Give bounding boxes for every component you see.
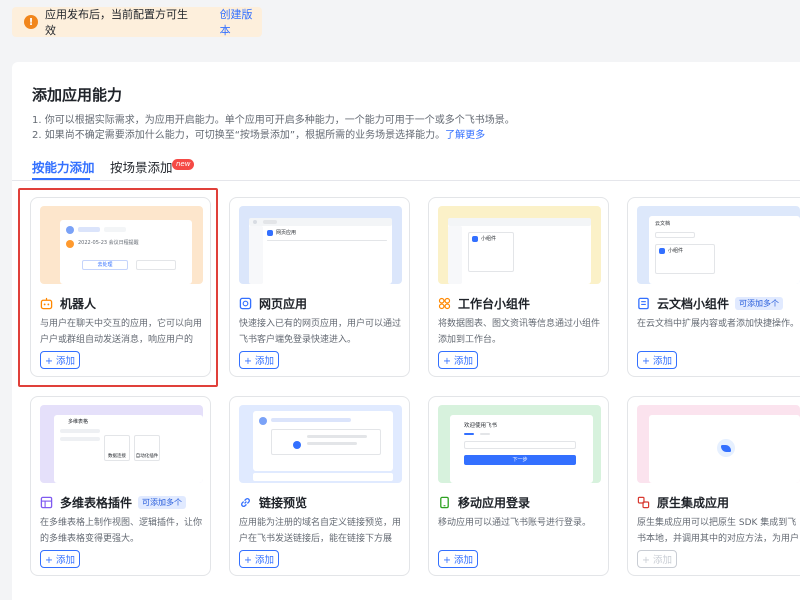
bitable-icon [40, 496, 53, 509]
tab-divider [12, 180, 800, 181]
tab-by-scenario[interactable]: 按场景添加 [110, 157, 173, 176]
widget-icon [438, 297, 451, 310]
add-native-app-button[interactable]: + 添加 [637, 550, 677, 568]
card-title: 多维表格插件 可添加多个 [40, 494, 187, 511]
card-description: 应用能为注册的域名自定义链接预览，用户在飞书发送链接后，能在链接下方展示... [239, 518, 402, 544]
card-web-app[interactable]: 网页应用 网页应用 快速接入已有的网页应用，用户可以通过飞书客户端免登录快速进入… [229, 197, 410, 377]
add-mobile-login-button[interactable]: + 添加 [438, 550, 478, 568]
learn-more-link[interactable]: 了解更多 [445, 130, 485, 141]
bitable-preview: 多维表格 数据连接 自动化插件 [40, 405, 203, 483]
card-title: 移动应用登录 [438, 494, 530, 511]
add-link-preview-button[interactable]: + 添加 [239, 550, 279, 568]
card-description: 移动应用可以通过飞书账号进行登录。 [438, 518, 592, 528]
widget-preview: 小组件 [438, 206, 601, 284]
multi-add-tag: 可添加多个 [735, 297, 784, 310]
create-version-link[interactable]: 创建版本 [220, 6, 262, 38]
description-line-2: 2. 如果尚不确定需要添加什么能力，可切换至“按场景添加”，根据所需的业务场景选… [32, 130, 486, 141]
link-preview-preview [239, 405, 402, 483]
card-description: 将数据图表、图文资讯等信息通过小组件添加到工作台。 [438, 319, 601, 345]
card-native-integration[interactable]: 原生集成应用 原生集成应用可以把原生 SDK 集成到飞书本地，并调用其中的对应方… [627, 396, 800, 576]
card-title: 工作台小组件 [438, 295, 530, 312]
description-line-1: 1. 你可以根据实际需求，为应用开启能力。单个应用可开启多种能力，一个能力可用于… [32, 115, 515, 126]
page-title: 添加应用能力 [32, 86, 123, 104]
web-icon [239, 297, 252, 310]
card-description: 在多维表格上制作视图、逻辑插件，让你的多维表格变得更强大。 [40, 518, 203, 544]
mobile-login-preview: 欢迎使用飞书 下一步 [438, 405, 601, 483]
warning-icon: ! [24, 15, 38, 29]
native-icon [637, 496, 650, 509]
card-workplace-widget[interactable]: 小组件 工作台小组件 将数据图表、图文资讯等信息通过小组件添加到工作台。 + 添… [428, 197, 609, 377]
card-link-preview[interactable]: 链接预览 应用能为注册的域名自定义链接预览，用户在飞书发送链接后，能在链接下方展… [229, 396, 410, 576]
native-app-preview [637, 405, 800, 483]
link-icon [241, 498, 250, 507]
highlight-box [18, 188, 218, 387]
card-bitable-plugin[interactable]: 多维表格 数据连接 自动化插件 多维表格插件 可添加多个 在多维表格上制作视图、逻… [30, 396, 211, 576]
add-widget-button[interactable]: + 添加 [438, 351, 478, 369]
notice-text: 应用发布后，当前配置方可生效 [45, 8, 188, 37]
card-description: 快速接入已有的网页应用，用户可以通过飞书客户端免登录快速进入。 [239, 319, 402, 345]
doc-icon [638, 297, 649, 310]
new-badge: new [172, 159, 195, 170]
add-web-app-button[interactable]: + 添加 [239, 351, 279, 369]
add-doc-widget-button[interactable]: + 添加 [637, 351, 677, 369]
card-doc-widget[interactable]: 云文档 小组件 云文档小组件 可添加多个 在云文档中扩展内容或者添加快捷操作。 +… [627, 197, 800, 377]
doc-widget-preview: 云文档 小组件 [637, 206, 800, 284]
card-title: 网页应用 [239, 295, 307, 312]
multi-add-tag: 可添加多个 [138, 496, 187, 509]
add-bitable-plugin-button[interactable]: + 添加 [40, 550, 80, 568]
card-title: 原生集成应用 [637, 494, 729, 511]
card-title: 云文档小组件 可添加多个 [637, 295, 784, 312]
card-description: 原生集成应用可以把原生 SDK 集成到飞书本地，并调用其中的对应方法，为用户提.… [637, 518, 800, 544]
card-mobile-login[interactable]: 欢迎使用飞书 下一步 移动应用登录 移动应用可以通过飞书账号进行登录。 + 添加 [428, 396, 609, 576]
tab-by-capability[interactable]: 按能力添加 [32, 157, 95, 176]
card-title: 链接预览 [239, 494, 307, 511]
mobile-icon [440, 496, 449, 509]
web-app-preview: 网页应用 [239, 206, 402, 284]
card-description: 在云文档中扩展内容或者添加快捷操作。 [637, 319, 800, 329]
publish-notice: ! 应用发布后，当前配置方可生效 创建版本 [12, 7, 262, 37]
